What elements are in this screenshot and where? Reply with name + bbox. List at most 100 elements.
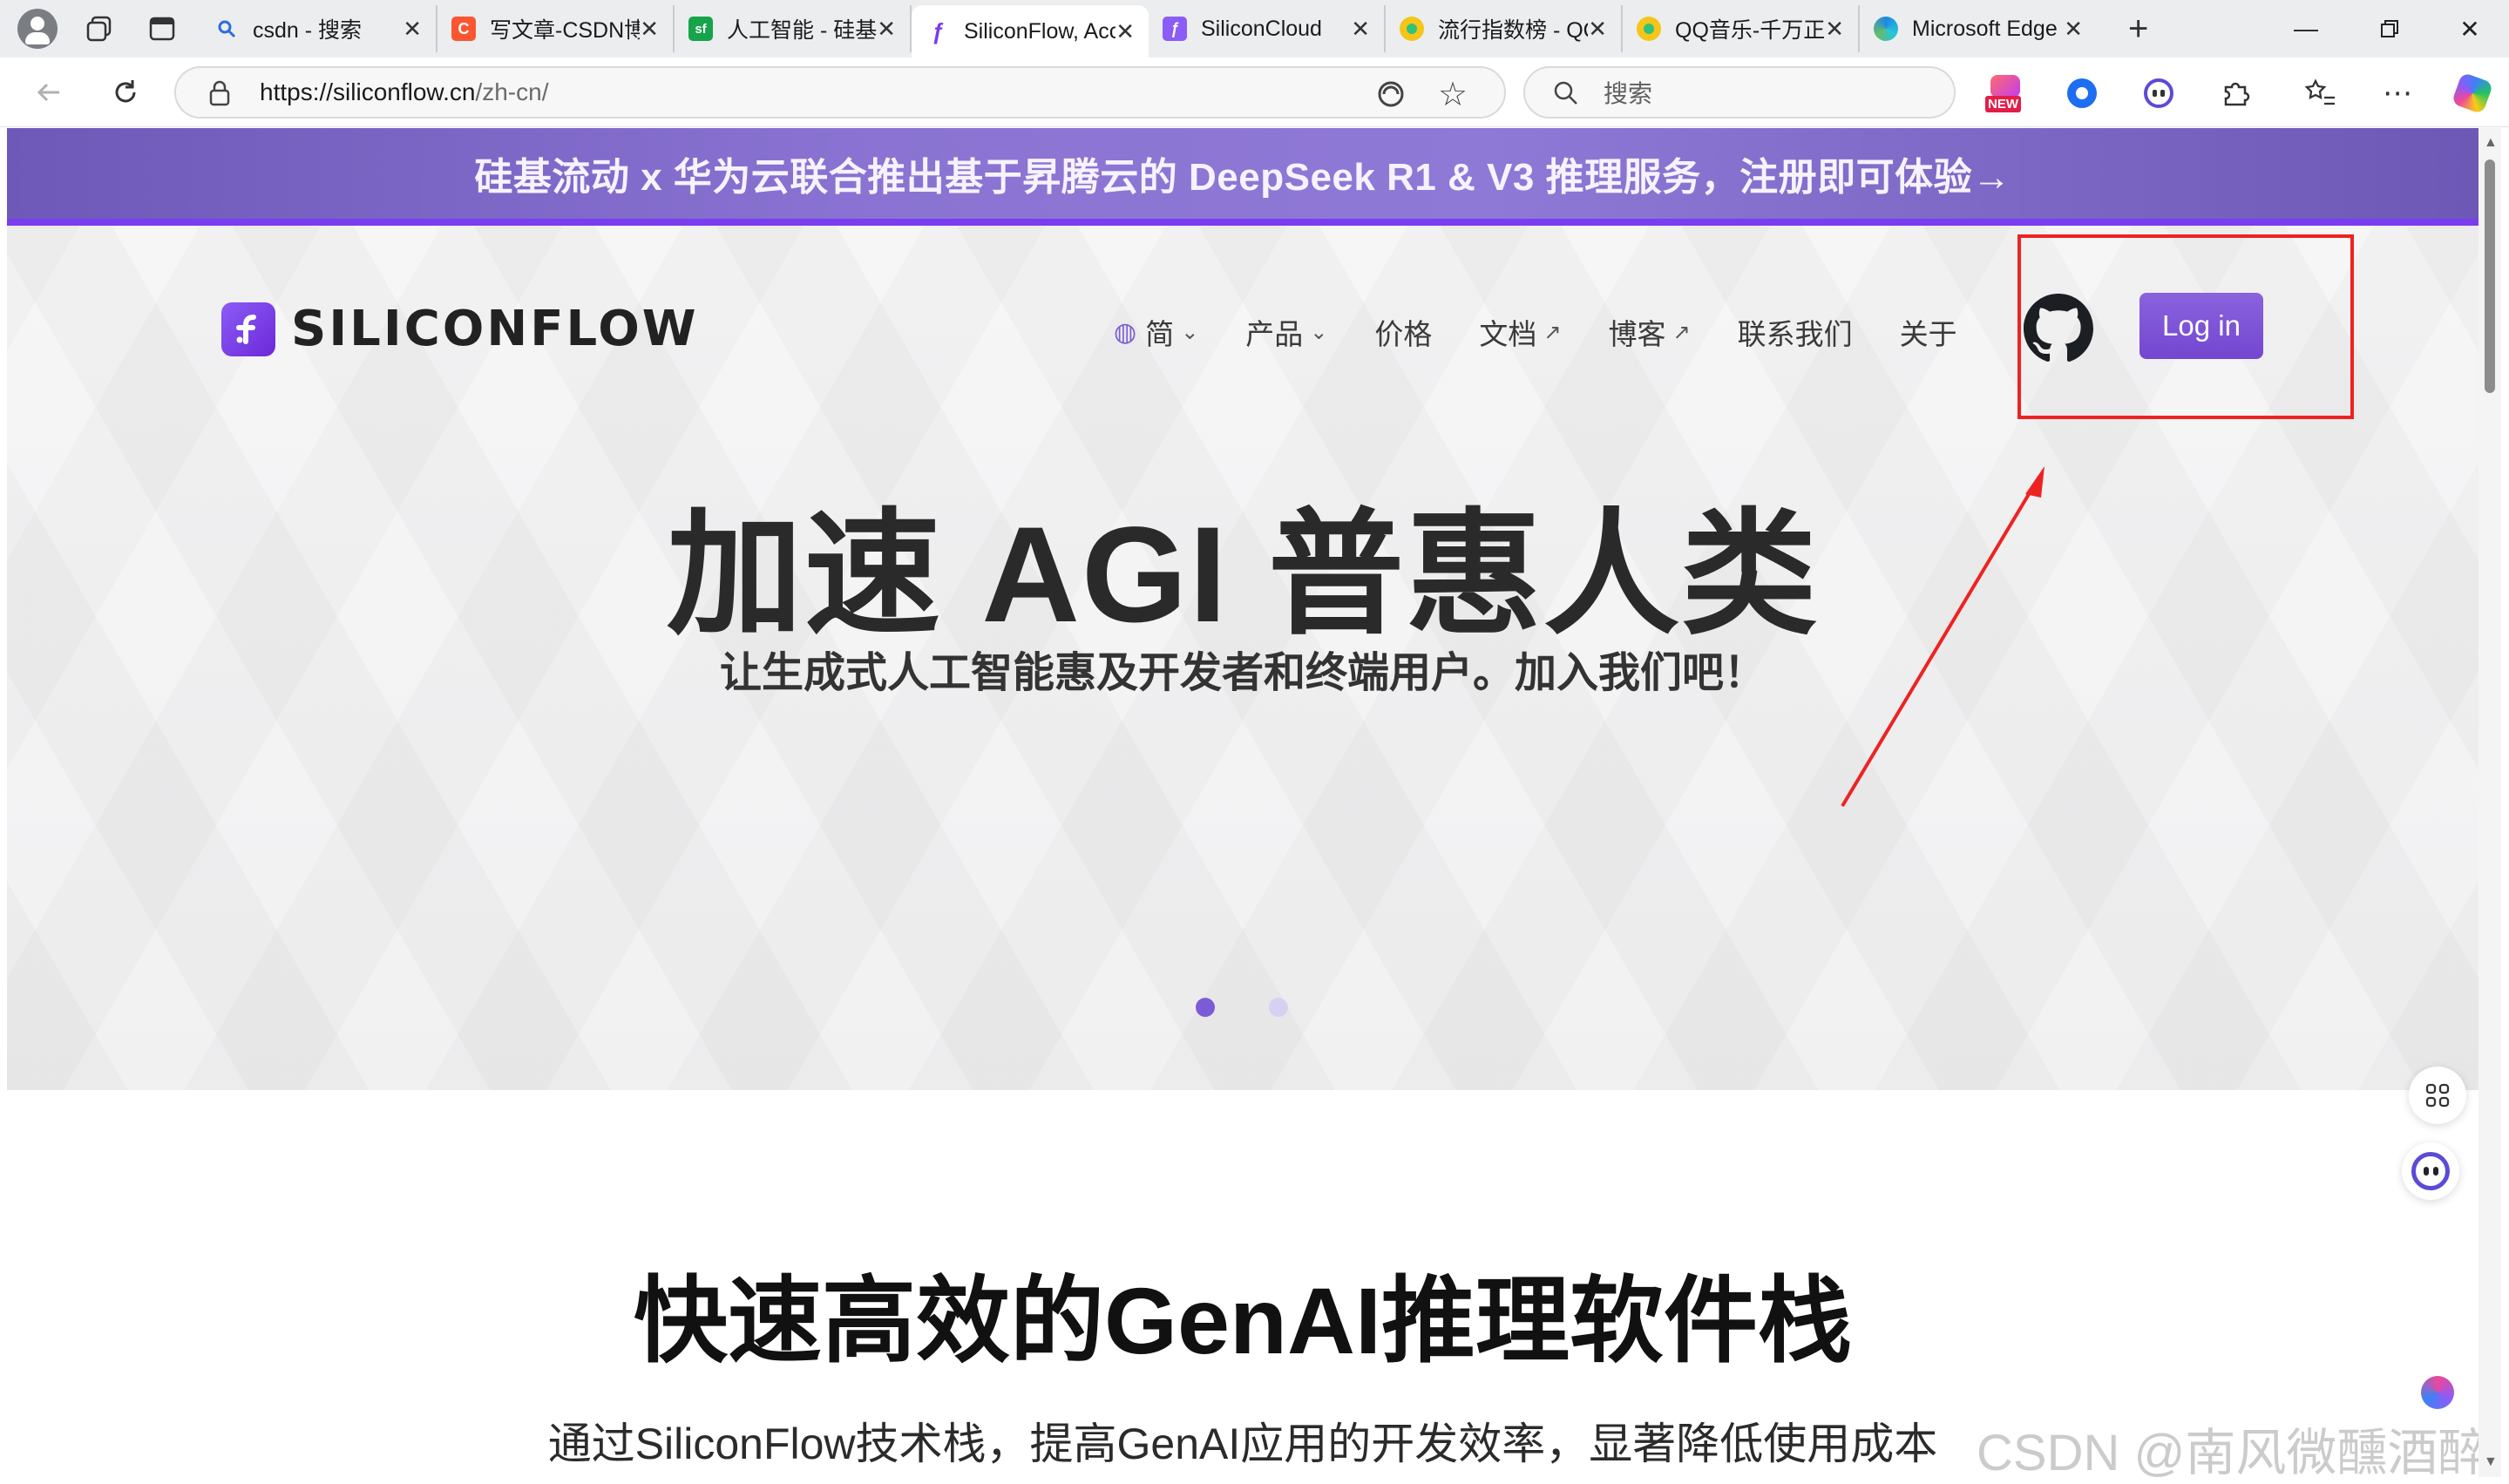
- siliconflow-logo-icon: [221, 302, 275, 356]
- tab-title: csdn - 搜索: [253, 18, 363, 43]
- main-nav: ◍ 简 ⌄ 产品 ⌄ 价格 文档 ↗ 博客 ↗ 联系我们 关于: [1114, 308, 2004, 356]
- search-bar[interactable]: 搜索: [1523, 66, 1956, 119]
- promo-banner[interactable]: 硅基流动 x 华为云联合推出基于昇腾云的 DeepSeek R1 & V3 推理…: [7, 128, 2478, 226]
- tab-title: QQ音乐-千万正版音乐: [1675, 18, 1826, 43]
- browser-tab[interactable]: Microsoft Edge ✕: [1860, 5, 2097, 52]
- siliconflow-icon: ƒ: [931, 17, 945, 44]
- logo-text: SILICONFLOW: [291, 301, 699, 357]
- siliconflow-logo[interactable]: SILICONFLOW: [221, 301, 699, 357]
- restore-window-icon[interactable]: [2348, 0, 2431, 58]
- browser-tab[interactable]: ƒ SiliconCloud ✕: [1149, 5, 1386, 52]
- close-tab-icon[interactable]: ✕: [640, 16, 659, 43]
- browser-tab-bar: csdn - 搜索 ✕ C 写文章-CSDN博客 ✕ sf 人工智能 - 硅基流…: [0, 0, 2509, 58]
- scroll-down-icon[interactable]: ▼: [2484, 1454, 2498, 1470]
- search-icon: [214, 17, 239, 41]
- browser-tab[interactable]: sf 人工智能 - 硅基流动 ✕: [675, 5, 912, 52]
- external-link-icon: ↗: [1543, 320, 1562, 344]
- favorites-list-icon[interactable]: [2299, 71, 2343, 115]
- nav-language-label: 简: [1145, 318, 1175, 350]
- scrollbar-thumb[interactable]: [2485, 159, 2495, 393]
- section-title: 快速高效的GenAI推理软件栈: [633, 1268, 1853, 1373]
- external-link-icon: ↗: [1672, 320, 1691, 344]
- close-tab-icon[interactable]: ✕: [1351, 16, 1370, 43]
- search-icon: [1553, 80, 1579, 111]
- scroll-up-icon[interactable]: ▲: [2484, 135, 2498, 151]
- nav-pricing[interactable]: 价格: [1374, 311, 1432, 353]
- browser-tab[interactable]: 流行指数榜 - QQ音乐 ✕: [1386, 5, 1623, 52]
- nav-about-label: 关于: [1899, 318, 1957, 350]
- extension-blue-icon[interactable]: [2060, 71, 2104, 115]
- tab-title: 写文章-CSDN博客: [490, 18, 641, 43]
- refresh-icon[interactable]: [103, 70, 148, 115]
- nav-products[interactable]: 产品 ⌄: [1245, 311, 1327, 353]
- close-tab-icon[interactable]: ✕: [2064, 16, 2083, 43]
- extensions-puzzle-icon[interactable]: [2214, 71, 2257, 115]
- tab-title: SiliconFlow, Accelerate: [964, 18, 1116, 44]
- nav-contact[interactable]: 联系我们: [1738, 311, 1853, 353]
- close-tab-icon[interactable]: ✕: [1825, 16, 1844, 43]
- edge-icon: [1874, 17, 1898, 41]
- close-window-icon[interactable]: ✕: [2428, 0, 2509, 58]
- tab-strip: csdn - 搜索 ✕ C 写文章-CSDN博客 ✕ sf 人工智能 - 硅基流…: [200, 0, 2097, 58]
- browser-tab-active[interactable]: ƒ SiliconFlow, Accelerate ✕: [912, 5, 1149, 58]
- nav-products-label: 产品: [1245, 318, 1304, 350]
- hero-subtitle: 让生成式人工智能惠及开发者和终端用户。加入我们吧！: [719, 650, 1766, 696]
- promo-banner-text[interactable]: 硅基流动 x 华为云联合推出基于昇腾云的 DeepSeek R1 & V3 推理…: [474, 146, 2011, 201]
- chevron-down-icon: ⌄: [1181, 320, 1199, 344]
- nav-contact-label: 联系我们: [1737, 318, 1853, 350]
- nav-pricing-label: 价格: [1374, 318, 1433, 350]
- carousel-dot-active[interactable]: [1196, 998, 1215, 1017]
- page-scrollbar[interactable]: ▲ ▼: [2478, 128, 2501, 1477]
- profile-avatar-icon[interactable]: [17, 9, 58, 49]
- address-toolbar: https://siliconflow.cn/zh-cn/ ☆ 搜索 NEW ⋯: [0, 58, 2509, 127]
- workspaces-icon[interactable]: [78, 8, 120, 50]
- nav-docs-label: 文档: [1479, 318, 1537, 350]
- tab-title: Microsoft Edge: [1912, 16, 2058, 41]
- lock-icon[interactable]: [207, 80, 232, 111]
- nav-blog[interactable]: 博客 ↗: [1609, 311, 1691, 353]
- close-tab-icon[interactable]: ✕: [403, 16, 422, 43]
- browser-tab[interactable]: QQ音乐-千万正版音乐 ✕: [1623, 5, 1860, 52]
- ai-assistant-icon[interactable]: [2137, 71, 2180, 115]
- browser-tab[interactable]: C 写文章-CSDN博客 ✕: [437, 5, 675, 52]
- vertical-tabs-icon[interactable]: [141, 8, 183, 50]
- url-path: /zh-cn/: [475, 78, 549, 105]
- url-bar[interactable]: https://siliconflow.cn/zh-cn/ ☆: [174, 66, 1506, 119]
- read-aloud-icon[interactable]: [1375, 78, 1407, 114]
- page-viewport: 硅基流动 x 华为云联合推出基于昇腾云的 DeepSeek R1 & V3 推理…: [7, 128, 2478, 1477]
- apps-grid-icon[interactable]: [2409, 1067, 2466, 1124]
- new-badge: NEW: [1985, 96, 2021, 112]
- qqmusic-icon: [1400, 17, 1424, 41]
- qqmusic-icon: [1637, 17, 1661, 41]
- search-placeholder: 搜索: [1604, 80, 1653, 107]
- new-extension-icon[interactable]: NEW: [1983, 71, 2027, 115]
- hero-title: 加速 AGI 普惠人类: [666, 499, 1820, 651]
- nav-docs[interactable]: 文档 ↗: [1479, 311, 1561, 353]
- browser-tab[interactable]: csdn - 搜索 ✕: [200, 5, 437, 52]
- siliconcloud-icon: ƒ: [1163, 17, 1187, 41]
- minimize-window-icon[interactable]: —: [2264, 0, 2348, 58]
- tab-title: 流行指数榜 - QQ音乐: [1438, 18, 1588, 43]
- close-tab-icon[interactable]: ✕: [1588, 16, 1607, 43]
- copilot-icon[interactable]: [2451, 71, 2494, 115]
- annotation-highlight-box: [2017, 234, 2354, 419]
- tab-title: SiliconCloud: [1201, 16, 1322, 41]
- more-options-icon[interactable]: ⋯: [2376, 71, 2419, 115]
- globe-icon: ◍: [1114, 317, 1137, 347]
- url-text: https://siliconflow.cn/zh-cn/: [260, 78, 548, 106]
- close-tab-icon[interactable]: ✕: [877, 16, 896, 43]
- close-tab-icon[interactable]: ✕: [1115, 18, 1135, 45]
- carousel-dot[interactable]: [1269, 998, 1288, 1017]
- carousel-indicators: [1196, 998, 1342, 1017]
- nav-language-select[interactable]: ◍ 简 ⌄: [1114, 311, 1198, 353]
- chat-assistant-icon[interactable]: [2402, 1142, 2459, 1200]
- nav-blog-label: 博客: [1608, 318, 1666, 350]
- favorite-star-icon[interactable]: ☆: [1438, 75, 1468, 114]
- new-tab-plus-icon[interactable]: +: [2128, 11, 2148, 46]
- csdn-icon: C: [451, 17, 476, 41]
- nav-about[interactable]: 关于: [1900, 311, 1957, 353]
- chevron-down-icon: ⌄: [1310, 320, 1328, 344]
- back-arrow-icon[interactable]: [26, 70, 71, 115]
- sf-icon: sf: [688, 17, 713, 41]
- url-host: https://siliconflow.cn: [260, 78, 476, 105]
